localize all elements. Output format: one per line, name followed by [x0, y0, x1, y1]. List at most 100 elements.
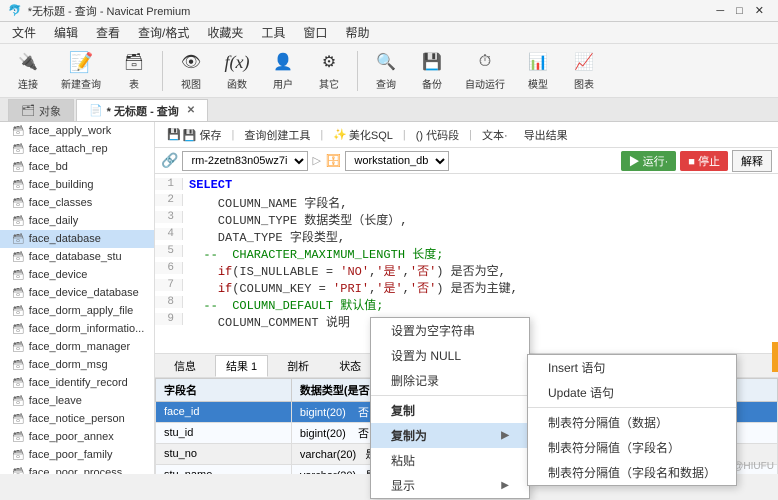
table-icon: 🗃	[12, 180, 25, 191]
ctx-display-arrow: ▶	[501, 480, 509, 491]
sidebar-item-face-leave[interactable]: 🗃 face_leave	[0, 392, 154, 410]
minimize-btn[interactable]: ─	[710, 5, 730, 17]
table-icon: 🗃	[122, 50, 146, 74]
orange-indicator	[772, 342, 778, 372]
tab-close-icon[interactable]: ✕	[187, 105, 195, 116]
autorun-button[interactable]: ⏱ 自动运行	[458, 46, 512, 95]
sidebar-item-face-dorm-manager[interactable]: 🗃 face_dorm_manager	[0, 338, 154, 356]
tab-info[interactable]: 信息	[163, 355, 207, 377]
sidebar-item-face-dorm-msg[interactable]: 🗃 face_dorm_msg	[0, 356, 154, 374]
sql-line-3: 3 COLUMN_TYPE 数据类型（长度）,	[155, 211, 778, 228]
menu-favorites[interactable]: 收藏夹	[199, 22, 251, 43]
sql-line-2: 2 COLUMN_NAME 字段名,	[155, 194, 778, 211]
sub-ctx-update[interactable]: Update 语句	[528, 380, 736, 405]
table-icon: 🗃	[12, 342, 25, 353]
sidebar-item-face-attach-rep[interactable]: 🗃 face_attach_rep	[0, 140, 154, 158]
sidebar-item-face-identify-record[interactable]: 🗃 face_identify_record	[0, 374, 154, 392]
save-button[interactable]: 💾 💾 保存	[161, 125, 227, 145]
sql-line-1: 1 SELECT	[155, 178, 778, 194]
sidebar-item-face-notice-person[interactable]: 🗃 face_notice_person	[0, 410, 154, 428]
menu-window[interactable]: 窗口	[295, 22, 335, 43]
sidebar-item-face-device[interactable]: 🗃 face_device	[0, 266, 154, 284]
backup-button[interactable]: 💾 备份	[412, 46, 452, 95]
sub-ctx-insert[interactable]: Insert 语句	[528, 355, 736, 380]
query-toolbar: 💾 💾 保存 | 查询创建工具 | ✨ 美化SQL | () 代码段 | 文本·…	[155, 122, 778, 148]
sub-ctx-tab-fields[interactable]: 制表符分隔值（字段名）	[528, 435, 736, 460]
table-button[interactable]: 🗃 表	[114, 46, 154, 95]
connect-icon: 🔌	[16, 50, 40, 74]
sidebar-item-face-poor-process[interactable]: 🗃 face_poor_process	[0, 464, 154, 474]
table-icon: 🗃	[12, 234, 25, 245]
view-button[interactable]: 👁 视图	[171, 46, 211, 95]
tab-profiling[interactable]: 剖析	[276, 355, 320, 377]
model-button[interactable]: 📊 模型	[518, 46, 558, 95]
tab-query-icon: 📄	[89, 104, 103, 117]
table-icon: 🗃	[12, 378, 25, 389]
ctx-paste[interactable]: 粘贴	[371, 448, 529, 473]
query-button[interactable]: 🔍 查询	[366, 46, 406, 95]
ctx-copy[interactable]: 复制	[371, 398, 529, 423]
sidebar-item-face-poor-family[interactable]: 🗃 face_poor_family	[0, 446, 154, 464]
ctx-set-empty[interactable]: 设置为空字符串	[371, 318, 529, 343]
tab-object[interactable]: 🗂 对象	[8, 99, 74, 121]
sidebar-item-face-poor-annex[interactable]: 🗃 face_poor_annex	[0, 428, 154, 446]
stop-button[interactable]: ■ 停止	[680, 151, 728, 171]
tab-status[interactable]: 状态	[328, 355, 372, 377]
sidebar-item-face-daily[interactable]: 🗃 face_daily	[0, 212, 154, 230]
main-layout: 🗃 face_apply_work 🗃 face_attach_rep 🗃 fa…	[0, 122, 778, 474]
sidebar-item-face-apply-work[interactable]: 🗃 face_apply_work	[0, 122, 154, 140]
db-icon: 🗄	[325, 153, 342, 169]
user-button[interactable]: 👤 用户	[263, 46, 303, 95]
backup-icon: 💾	[420, 50, 444, 74]
builder-button[interactable]: 查询创建工具	[238, 125, 316, 145]
ctx-sep1	[371, 395, 529, 396]
menu-tools[interactable]: 工具	[253, 22, 293, 43]
sidebar-item-face-bd[interactable]: 🗃 face_bd	[0, 158, 154, 176]
close-btn[interactable]: ✕	[749, 4, 770, 17]
beautify-button[interactable]: ✨ 美化SQL	[327, 125, 399, 145]
sub-ctx-tab-data[interactable]: 制表符分隔值（数据）	[528, 410, 736, 435]
ctx-delete-record[interactable]: 删除记录	[371, 368, 529, 393]
table-icon: 🗃	[12, 126, 25, 137]
table-icon: 🗃	[12, 468, 25, 475]
tab-query[interactable]: 📄 * 无标题 - 查询 ✕	[76, 99, 208, 121]
explain-button[interactable]: 解释	[732, 150, 772, 172]
menu-view[interactable]: 查看	[88, 22, 128, 43]
user-icon: 👤	[271, 50, 295, 74]
tab-bar: 🗂 对象 📄 * 无标题 - 查询 ✕	[0, 98, 778, 122]
sidebar-item-face-classes[interactable]: 🗃 face_classes	[0, 194, 154, 212]
menu-edit[interactable]: 编辑	[46, 22, 86, 43]
table-icon: 🗃	[12, 396, 25, 407]
run-button[interactable]: ▶ 运行·	[621, 151, 677, 171]
sidebar-item-face-dorm-information[interactable]: 🗃 face_dorm_informatio...	[0, 320, 154, 338]
other-button[interactable]: ⚙ 其它	[309, 46, 349, 95]
ctx-copy-as[interactable]: 复制为 ▶	[371, 423, 529, 448]
sidebar-item-face-database-stu[interactable]: 🗃 face_database_stu	[0, 248, 154, 266]
sidebar-item-face-database[interactable]: 🗃 face_database	[0, 230, 154, 248]
new-query-button[interactable]: 📝 新建查询	[54, 46, 108, 95]
sidebar-item-face-device-database[interactable]: 🗃 face_device_database	[0, 284, 154, 302]
export-button[interactable]: 导出结果	[518, 125, 574, 145]
snippet-button[interactable]: () 代码段	[410, 125, 465, 145]
function-button[interactable]: f(x) 函数	[217, 46, 257, 95]
maximize-btn[interactable]: □	[730, 5, 749, 17]
sidebar-item-face-dorm-apply-file[interactable]: 🗃 face_dorm_apply_file	[0, 302, 154, 320]
connect-button[interactable]: 🔌 连接	[8, 46, 48, 95]
database-select[interactable]: workstation_db	[345, 151, 449, 171]
menu-file[interactable]: 文件	[4, 22, 44, 43]
sidebar-item-face-building[interactable]: 🗃 face_building	[0, 176, 154, 194]
menu-help[interactable]: 帮助	[337, 22, 377, 43]
menu-query-format[interactable]: 查询/格式	[130, 22, 197, 43]
query-icon: 🔍	[374, 50, 398, 74]
chart-button[interactable]: 📈 图表	[564, 46, 604, 95]
table-icon: 🗃	[12, 252, 25, 263]
connection-select[interactable]: rm-2zetn83n05wz7i	[182, 151, 308, 171]
sql-line-4: 4 DATA_TYPE 字段类型,	[155, 228, 778, 245]
text-button[interactable]: 文本·	[476, 125, 514, 145]
ctx-set-null[interactable]: 设置为 NULL	[371, 343, 529, 368]
tab-result1[interactable]: 结果 1	[215, 355, 268, 377]
ctx-display[interactable]: 显示 ▶	[371, 473, 529, 498]
sidebar: 🗃 face_apply_work 🗃 face_attach_rep 🗃 fa…	[0, 122, 155, 474]
sub-ctx-tab-both[interactable]: 制表符分隔值（字段名和数据）	[528, 460, 736, 485]
app-icon: 🐬	[8, 4, 22, 17]
